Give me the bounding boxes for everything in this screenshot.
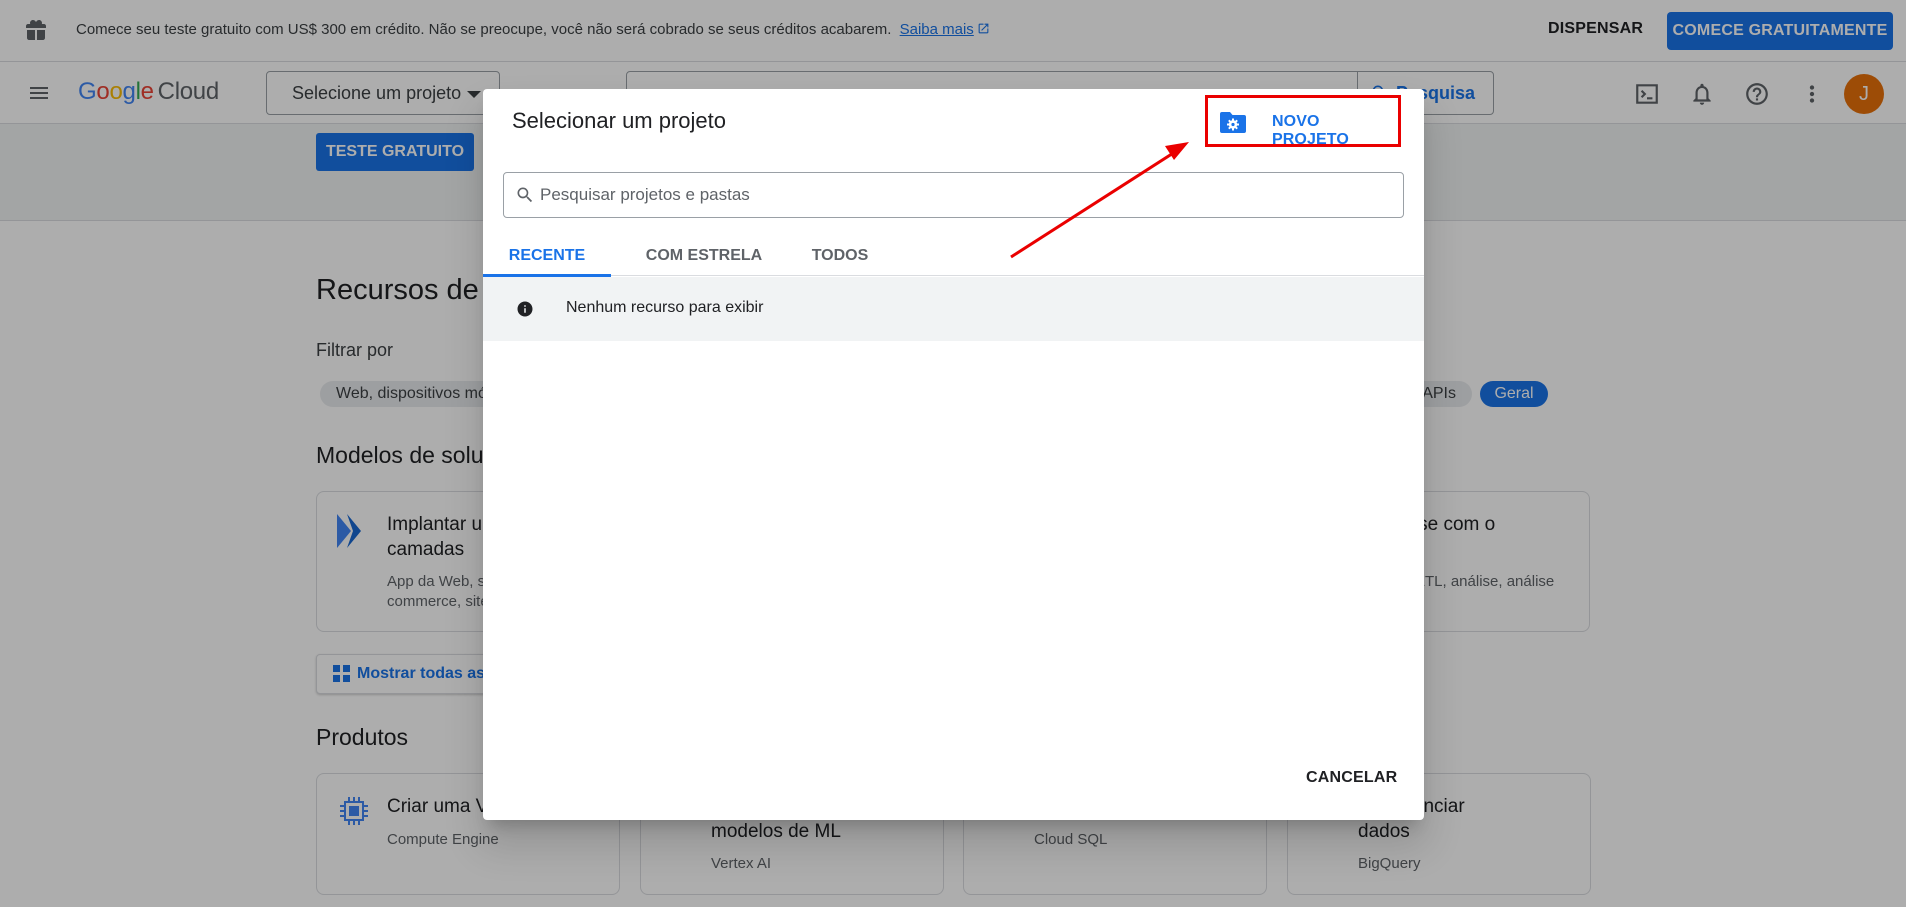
info-icon [517, 301, 533, 317]
tab-recente[interactable]: RECENTE [483, 236, 611, 277]
project-search-field[interactable] [503, 172, 1404, 218]
select-project-dialog: Selecionar um projeto NOVO PROJETO RECEN… [483, 89, 1424, 820]
new-project-label: NOVO PROJETO [1272, 113, 1349, 148]
dialog-title: Selecionar um projeto [512, 108, 727, 133]
folder-settings-icon [1220, 112, 1246, 133]
empty-state-row: Nenhum recurso para exibir [483, 277, 1424, 341]
project-search-input[interactable] [540, 173, 1390, 217]
new-project-button[interactable]: NOVO PROJETO [1205, 95, 1401, 148]
empty-state-message: Nenhum recurso para exibir [566, 299, 764, 316]
search-icon [517, 187, 533, 203]
tab-todos[interactable]: TODOS [793, 236, 887, 276]
cancel-button[interactable]: CANCELAR [1306, 769, 1397, 787]
tab-com-estrela[interactable]: COM ESTRELA [629, 236, 779, 276]
dialog-tabs: RECENTE COM ESTRELA TODOS [483, 236, 1424, 277]
